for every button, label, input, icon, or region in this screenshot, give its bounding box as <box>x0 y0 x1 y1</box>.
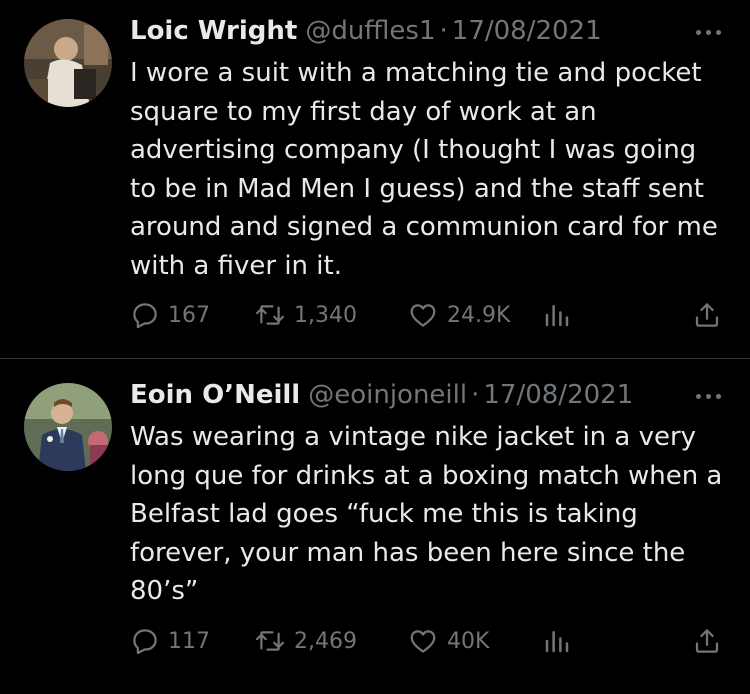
display-name[interactable]: Loic Wright <box>130 16 297 46</box>
analytics-icon <box>542 626 572 656</box>
tweet-actions: 167 1,340 24.9K <box>130 297 730 333</box>
views-button[interactable] <box>542 623 572 659</box>
avatar[interactable] <box>24 383 112 471</box>
timestamp[interactable]: 17/08/2021 <box>483 380 633 410</box>
retweet-button[interactable]: 1,340 <box>254 297 357 333</box>
share-icon <box>692 300 722 330</box>
reply-button[interactable]: 117 <box>130 623 210 659</box>
reply-count: 167 <box>168 302 210 328</box>
tweet-text: Was wearing a vintage nike jacket in a v… <box>130 422 723 606</box>
user-handle[interactable]: @duffles1 <box>305 16 435 46</box>
user-handle[interactable]: @eoinjoneill <box>308 380 467 410</box>
tweet[interactable]: Loic Wright @duffles1 · 17/08/2021 I wore a… <box>0 0 750 358</box>
display-name[interactable]: Eoin O’Neill <box>130 380 300 410</box>
retweet-button[interactable]: 2,469 <box>254 623 357 659</box>
heart-icon <box>407 626 439 656</box>
avatar[interactable] <box>24 19 112 107</box>
reply-button[interactable]: 167 <box>130 297 210 333</box>
share-button[interactable] <box>692 297 722 333</box>
timestamp[interactable]: 17/08/2021 <box>452 16 602 46</box>
reply-icon <box>130 300 160 330</box>
retweet-count: 2,469 <box>294 628 357 654</box>
retweet-icon <box>254 626 286 656</box>
like-count: 40K <box>447 628 490 654</box>
share-icon <box>692 626 722 656</box>
views-button[interactable] <box>542 297 572 333</box>
tweet[interactable]: Eoin O’Neill @eoinjoneill · 17/08/2021 Was … <box>0 359 750 694</box>
tweet-actions: 117 2,469 40K <box>130 623 730 659</box>
more-icon[interactable] <box>694 27 724 37</box>
separator: · <box>439 16 448 46</box>
like-count: 24.9K <box>447 302 511 328</box>
reply-icon <box>130 626 160 656</box>
heart-icon <box>407 300 439 330</box>
tweet-header: Eoin O’Neill @eoinjoneill · 17/08/2021 <box>130 378 633 412</box>
like-button[interactable]: 24.9K <box>407 297 510 333</box>
reply-count: 117 <box>168 628 210 654</box>
like-button[interactable]: 40K <box>407 623 489 659</box>
more-icon[interactable] <box>694 391 724 401</box>
share-button[interactable] <box>692 623 722 659</box>
retweet-icon <box>254 300 286 330</box>
tweet-text: I wore a suit with a matching tie and po… <box>130 58 718 281</box>
tweet-header: Loic Wright @duffles1 · 17/08/2021 <box>130 14 602 48</box>
retweet-count: 1,340 <box>294 302 357 328</box>
analytics-icon <box>542 300 572 330</box>
separator: · <box>471 380 480 410</box>
